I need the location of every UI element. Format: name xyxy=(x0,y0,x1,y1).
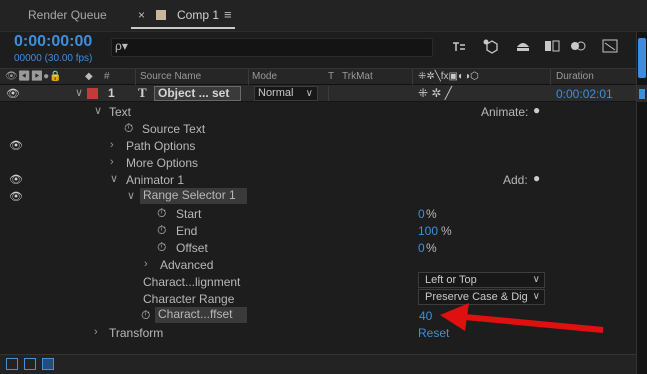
chevron-right-icon[interactable]: › xyxy=(110,139,114,151)
character-offset-label[interactable]: Charact...ffset xyxy=(155,307,247,323)
bottom-toolbar xyxy=(0,354,636,374)
tab-comp[interactable]: Comp 1 xyxy=(177,8,219,22)
layer-row[interactable]: 👁 ∨ 1 T Object ... set Normal ∨ ⁜ ✲ ╱ 0:… xyxy=(0,85,636,102)
advanced-label[interactable]: Advanced xyxy=(160,258,213,272)
chevron-down-icon[interactable]: ∨ xyxy=(127,189,135,202)
frame-rate-display: 00000 (30.00 fps) xyxy=(14,53,93,64)
blend-mode-value: Normal xyxy=(258,87,294,99)
trkmat-dropdown[interactable] xyxy=(328,86,408,101)
chevron-down-icon[interactable]: ∨ xyxy=(110,172,118,185)
chevron-right-icon[interactable]: › xyxy=(110,156,114,168)
duration-header[interactable]: Duration xyxy=(556,71,594,82)
chevron-down-icon: ∨ xyxy=(305,88,313,99)
eye-icon[interactable]: 👁 xyxy=(9,139,23,152)
annotation-arrow-icon xyxy=(440,303,604,333)
source-name-header[interactable]: Source Name xyxy=(140,71,201,82)
layer-name[interactable]: Object ... set xyxy=(154,86,241,101)
eye-icon[interactable]: 👁 xyxy=(9,190,23,203)
stopwatch-icon[interactable]: ⏱ xyxy=(141,308,150,323)
blend-mode-dropdown[interactable]: Normal ∨ xyxy=(254,86,318,101)
t-header: T xyxy=(328,71,335,82)
layer-color-label[interactable] xyxy=(87,88,98,99)
tab-bar: Render Queue × Comp 1 ≡ xyxy=(0,0,647,32)
layer-bar[interactable] xyxy=(639,89,645,99)
chevron-down-icon: ∨ xyxy=(532,274,540,285)
offset-value[interactable]: 0 xyxy=(418,241,425,255)
frame-blend-icon[interactable] xyxy=(542,38,562,58)
draft-3d-icon[interactable] xyxy=(481,38,501,58)
chevron-right-icon[interactable]: › xyxy=(144,258,148,270)
graph-editor-icon[interactable] xyxy=(449,38,469,58)
stopwatch-icon[interactable]: ⏱ xyxy=(157,223,166,238)
av-features-icons: 👁◀▶●🔒 xyxy=(5,71,62,82)
layer-number: 1 xyxy=(108,86,115,100)
layer-switches-icons[interactable]: ⁜ ✲ ╱ xyxy=(418,86,452,100)
offset-percent: % xyxy=(426,241,437,255)
toggle-switches-icon[interactable] xyxy=(24,358,36,370)
transform-label[interactable]: Transform xyxy=(109,326,163,340)
character-alignment-value: Left or Top xyxy=(425,274,477,286)
time-navigator[interactable] xyxy=(638,38,646,78)
chevron-down-icon[interactable]: ∨ xyxy=(94,104,102,117)
hide-shy-icon[interactable] xyxy=(513,38,533,58)
column-header: 👁◀▶●🔒 ◆ # Source Name Mode T TrkMat ⁜✲╲f… xyxy=(0,68,636,86)
trkmat-header[interactable]: TrkMat xyxy=(342,71,373,82)
character-alignment-label[interactable]: Charact...lignment xyxy=(143,275,240,289)
character-range-label[interactable]: Character Range xyxy=(143,292,234,306)
layer-number-header: # xyxy=(104,71,110,82)
switches-icons: ⁜✲╲fx▣◐◑⬡ xyxy=(418,71,479,82)
end-label[interactable]: End xyxy=(176,224,197,238)
comp-flowchart-icon[interactable] xyxy=(6,358,18,370)
chevron-down-icon[interactable]: ∨ xyxy=(75,86,83,99)
character-offset-value[interactable]: 40 xyxy=(419,309,432,323)
stopwatch-icon[interactable]: ⏱ xyxy=(157,240,166,255)
offset-label[interactable]: Offset xyxy=(176,241,208,255)
animate-menu-label[interactable]: Animate: xyxy=(481,105,528,119)
eye-icon[interactable]: 👁 xyxy=(6,87,20,100)
stopwatch-icon[interactable]: ⏱ xyxy=(124,121,133,136)
animator-label[interactable]: Animator 1 xyxy=(126,173,184,187)
current-time-display[interactable]: 0:00:00:00 xyxy=(14,33,92,51)
panel-menu-icon[interactable]: ≡ xyxy=(224,7,232,22)
play-icon[interactable]: ● xyxy=(533,171,540,185)
toggle-modes-icon[interactable] xyxy=(42,358,54,370)
mode-header[interactable]: Mode xyxy=(252,71,277,82)
more-options-label[interactable]: More Options xyxy=(126,156,198,170)
text-group-label[interactable]: Text xyxy=(109,105,131,119)
label-icon: ◆ xyxy=(85,71,93,82)
play-icon[interactable]: ● xyxy=(533,103,540,117)
add-menu-label[interactable]: Add: xyxy=(503,173,528,187)
tab-render-queue[interactable]: Render Queue xyxy=(28,8,107,22)
text-layer-icon: T xyxy=(138,85,147,100)
eye-icon[interactable]: 👁 xyxy=(9,173,23,186)
search-icon: ρ▾ xyxy=(115,39,128,53)
layer-duration[interactable]: 0:00:02:01 xyxy=(556,87,613,101)
end-value[interactable]: 100 xyxy=(418,224,438,238)
character-alignment-dropdown[interactable]: Left or Top ∨ xyxy=(418,272,545,288)
graph-icon[interactable] xyxy=(600,38,620,58)
comp-color-swatch xyxy=(156,10,166,20)
motion-blur-icon[interactable] xyxy=(568,38,588,58)
close-icon[interactable]: × xyxy=(138,8,145,22)
timeline-strip[interactable] xyxy=(636,32,647,374)
source-text-label[interactable]: Source Text xyxy=(142,122,205,136)
start-percent: % xyxy=(426,207,437,221)
annotation-arrow-head xyxy=(440,303,469,331)
annotation-arrow-shaft xyxy=(464,314,604,333)
start-value[interactable]: 0 xyxy=(418,207,425,221)
path-options-label[interactable]: Path Options xyxy=(126,139,195,153)
search-input[interactable]: ρ▾ xyxy=(111,38,433,57)
chevron-right-icon[interactable]: › xyxy=(94,326,98,338)
end-percent: % xyxy=(441,224,452,238)
start-label[interactable]: Start xyxy=(176,207,201,221)
stopwatch-icon[interactable]: ⏱ xyxy=(157,206,166,221)
range-selector-label[interactable]: Range Selector 1 xyxy=(140,188,247,204)
